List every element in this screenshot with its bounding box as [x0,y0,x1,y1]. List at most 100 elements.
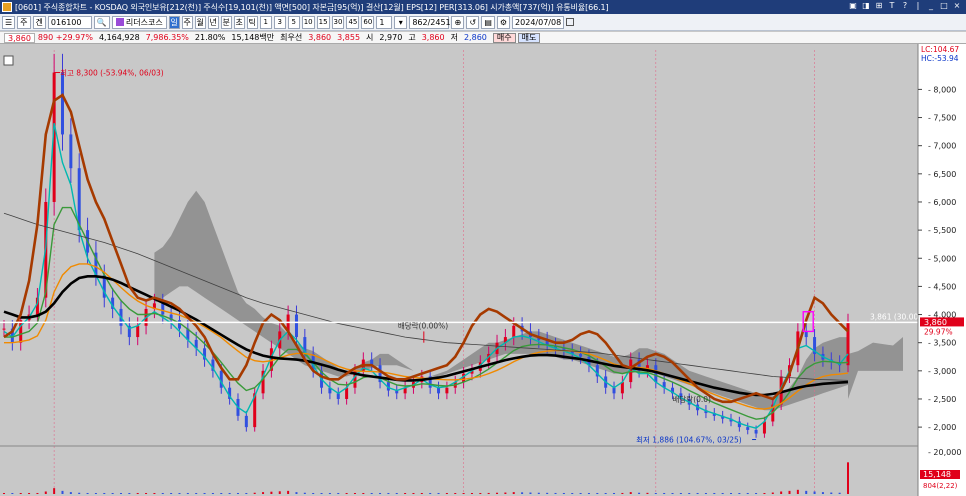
chart-window: [0601] 주식종합차트 - KOSDAQ 외국인보유[212(천)] 주식수… [0,0,966,496]
volume-bar [412,493,415,494]
volume-bar [562,492,565,494]
period-day[interactable]: 일 [168,15,180,29]
y-tick-label: - 4,500 [928,282,956,291]
stock-name-field[interactable]: 리더스코스 [111,15,167,29]
period-minute[interactable]: 분 [220,15,232,29]
interval-60[interactable]: 60 [361,15,375,29]
sell-button[interactable]: 매도 [517,32,541,43]
volume-bar [646,492,649,494]
volume-ratio: 7,986.35% [145,33,189,42]
interval-1[interactable]: 1 [259,15,272,29]
low-label: 최저 1,886 (104.67%, 03/25) [636,435,742,445]
volume-bar [638,492,641,494]
volume-bar [287,490,290,494]
volume-bar [19,493,22,494]
price-candle [345,387,349,399]
price-candle [762,421,766,434]
interval-10[interactable]: 10 [301,15,315,29]
volume-bar [713,493,716,494]
volume-bar [94,493,97,494]
volume-bar [370,493,373,494]
close-icon[interactable]: × [952,1,962,10]
quote-bar: 3,860 890 +29.97% 4,164,928 7,986.35% 21… [0,32,966,44]
volume-bar [78,492,81,494]
interval-30[interactable]: 30 [331,15,345,29]
period-week[interactable]: 주 [181,15,193,29]
market-mark-icon [115,17,124,26]
volume-bar [270,491,273,494]
price-candle [579,353,583,357]
volume-bar [211,493,214,494]
price-candle [244,415,248,428]
volume-bar [420,493,423,494]
volume-bar [679,493,682,494]
period-second[interactable]: 초 [233,15,245,29]
dividend2-label: 배당락(0.0) [673,394,712,404]
period-month[interactable]: 월 [194,15,206,29]
date-input[interactable]: 2024/07/08 [512,15,565,29]
volume-bar [328,493,331,494]
maximize-icon[interactable]: □ [939,1,949,10]
settings-icon[interactable]: ⚙ [496,15,511,29]
volume-bar [663,493,666,494]
price-candle [60,72,64,135]
interval-3[interactable]: 3 [273,15,286,29]
volume-bar [303,492,306,494]
stock-code-input[interactable]: 016100 [47,15,92,29]
split-icon[interactable]: ◨ [861,1,871,10]
volume-bar [521,492,524,494]
price-candle [512,325,516,338]
chart-menu-icon[interactable] [3,55,14,66]
title-bar: [0601] 주식종합차트 - KOSDAQ 외국인보유[212(천)] 주식수… [0,0,966,14]
menu-button[interactable]: ☰ [2,15,16,29]
price-candle [336,393,340,399]
price-candle [620,382,624,394]
volume-bar [178,493,181,494]
volume-bar [512,492,515,494]
volume-bar [61,490,64,494]
volume-bar [796,489,799,494]
chart-background [0,44,966,496]
volume-bar [236,493,239,494]
volume-bar [755,493,758,494]
volume-bar [69,492,72,494]
volume: 4,164,928 [98,33,140,42]
market-select[interactable]: 겐 [32,15,46,29]
volume-bar [487,492,490,494]
trade-amount: 15,148백만 [231,33,275,42]
price-candle [612,387,616,394]
volume-bar [320,493,323,494]
best-bid: 3,855 [337,33,361,42]
chart-type-button[interactable]: 주 [17,15,31,29]
refresh-icon[interactable]: ↺ [466,15,480,29]
search-icon[interactable]: 🔍 [93,15,110,29]
zoom-icon[interactable]: ⊕ [451,15,465,29]
buy-button[interactable]: 매수 [492,32,516,43]
interval-5[interactable]: 5 [287,15,300,29]
help-icon[interactable]: ? [900,1,910,10]
y-tick-label: - 2,000 [928,423,956,432]
unit-input[interactable]: 1 [376,15,393,29]
price-candle [136,325,140,338]
minimize-icon[interactable]: _ [926,1,936,10]
volume-bar [161,493,164,494]
calendar-icon[interactable] [566,18,575,26]
volume-bar [262,492,265,494]
save-icon[interactable]: ▤ [481,15,495,29]
text-icon[interactable]: T [887,1,897,10]
volume-bar [546,492,549,494]
low-label: 저 [450,33,458,42]
open-label: 시 [366,33,374,42]
price-chart[interactable]: 3,861 (30.00%)최고 8,300 (-53.94%, 06/03)최… [0,44,966,496]
period-year[interactable]: 년 [207,15,219,29]
unit-dropdown[interactable]: ▾ [394,15,408,29]
period-tick[interactable]: 틱 [246,15,258,29]
volume-bar [671,493,674,494]
high-label: 고 [408,33,416,42]
volume-bar [3,493,5,494]
volume-bar [312,493,315,494]
interval-15[interactable]: 15 [316,15,330,29]
grid-icon[interactable]: ⊞ [874,1,884,10]
layout-icon[interactable]: ▣ [848,1,858,10]
interval-45[interactable]: 45 [346,15,360,29]
